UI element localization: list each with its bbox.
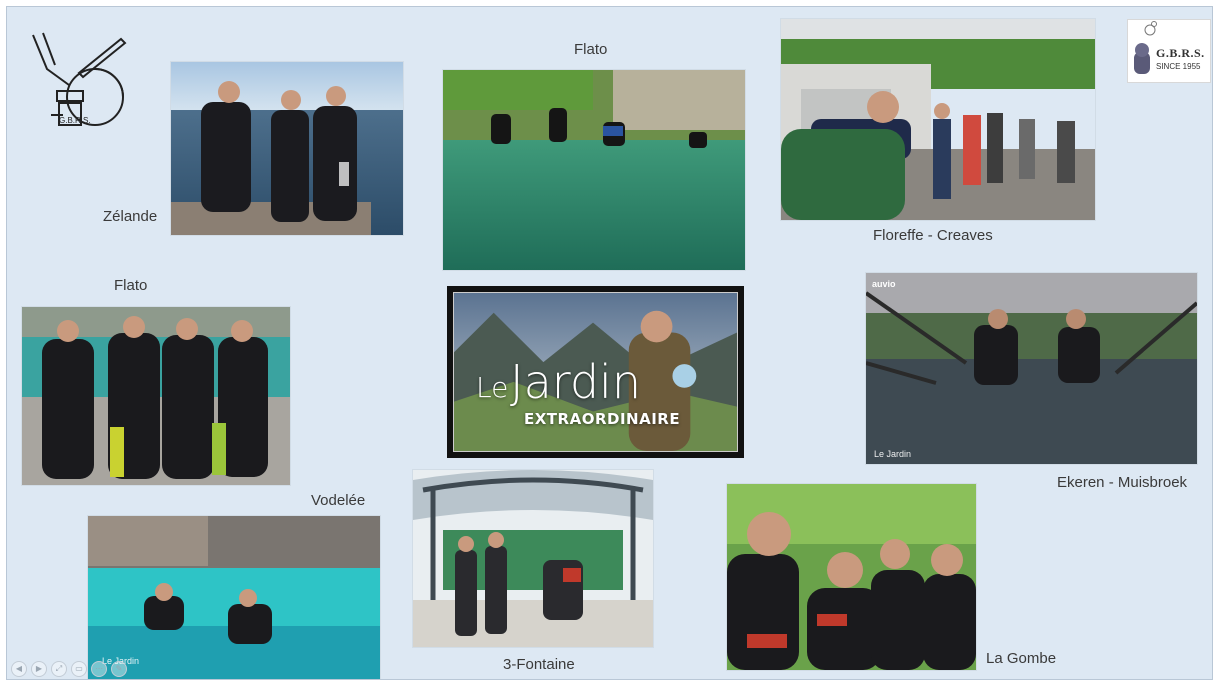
photo-la-gombe [727,484,976,670]
photo-flato-left [22,307,290,485]
slideshow-controls: ◀ ▶ ⤢ ▭ ⋯ ✎ [11,661,127,677]
ekeren-show-watermark: Le Jardin [874,449,912,459]
more-options-icon[interactable]: ⋯ [91,661,107,677]
caption-la-gombe: La Gombe [986,650,1057,667]
show-title-card: Le Jardin EXTRAORDINAIRE [453,292,738,452]
gbrs-logo: G.B.R.S. SINCE 1955 [1127,19,1211,83]
caption-zelande: Zélande [103,208,158,225]
gbrs-logo-text: G.B.R.S. [1156,46,1205,60]
show-title-le: Le [476,371,509,404]
show-title-extraordinaire: EXTRAORDINAIRE [524,410,681,428]
caption-3-fontaine: 3-Fontaine [503,656,575,673]
photo-floreffe [781,19,1095,220]
caption-flato-top: Flato [574,41,608,58]
photo-flato-top [443,70,745,270]
pen-icon[interactable]: ✎ [111,661,127,677]
photo-ekeren: auvio Le Jardin [866,273,1197,464]
club-emblem: G.B.R.S. [25,29,129,133]
caption-vodelee: Vodelée [311,492,366,509]
zoom-icon[interactable]: ⤢ [51,661,67,677]
photo-zelande [171,62,403,235]
caption-floreffe: Floreffe - Creaves [873,227,993,244]
photo-vodelee: Le Jardin [88,516,380,679]
gbrs-logo-since: SINCE 1955 [1156,62,1201,71]
slide-sorter-icon[interactable]: ▭ [71,661,87,677]
caption-flato-left: Flato [114,277,148,294]
show-title-jardin: Jardin [510,355,641,409]
svg-text:G.B.R.S.: G.B.R.S. [59,116,91,125]
photo-3-fontaine [413,470,653,647]
previous-slide-icon[interactable]: ◀ [11,661,27,677]
caption-ekeren: Ekeren - Muisbroek [1057,474,1188,491]
show-title-image: Le Jardin EXTRAORDINAIRE [447,286,744,458]
diver-emblem-icon: G.B.R.S. [32,32,127,126]
next-slide-icon[interactable]: ▶ [31,661,47,677]
auvio-watermark: auvio [872,279,896,289]
presentation-slide: G.B.R.S. Zélande Flato Floreffe - Creave… [6,6,1213,680]
